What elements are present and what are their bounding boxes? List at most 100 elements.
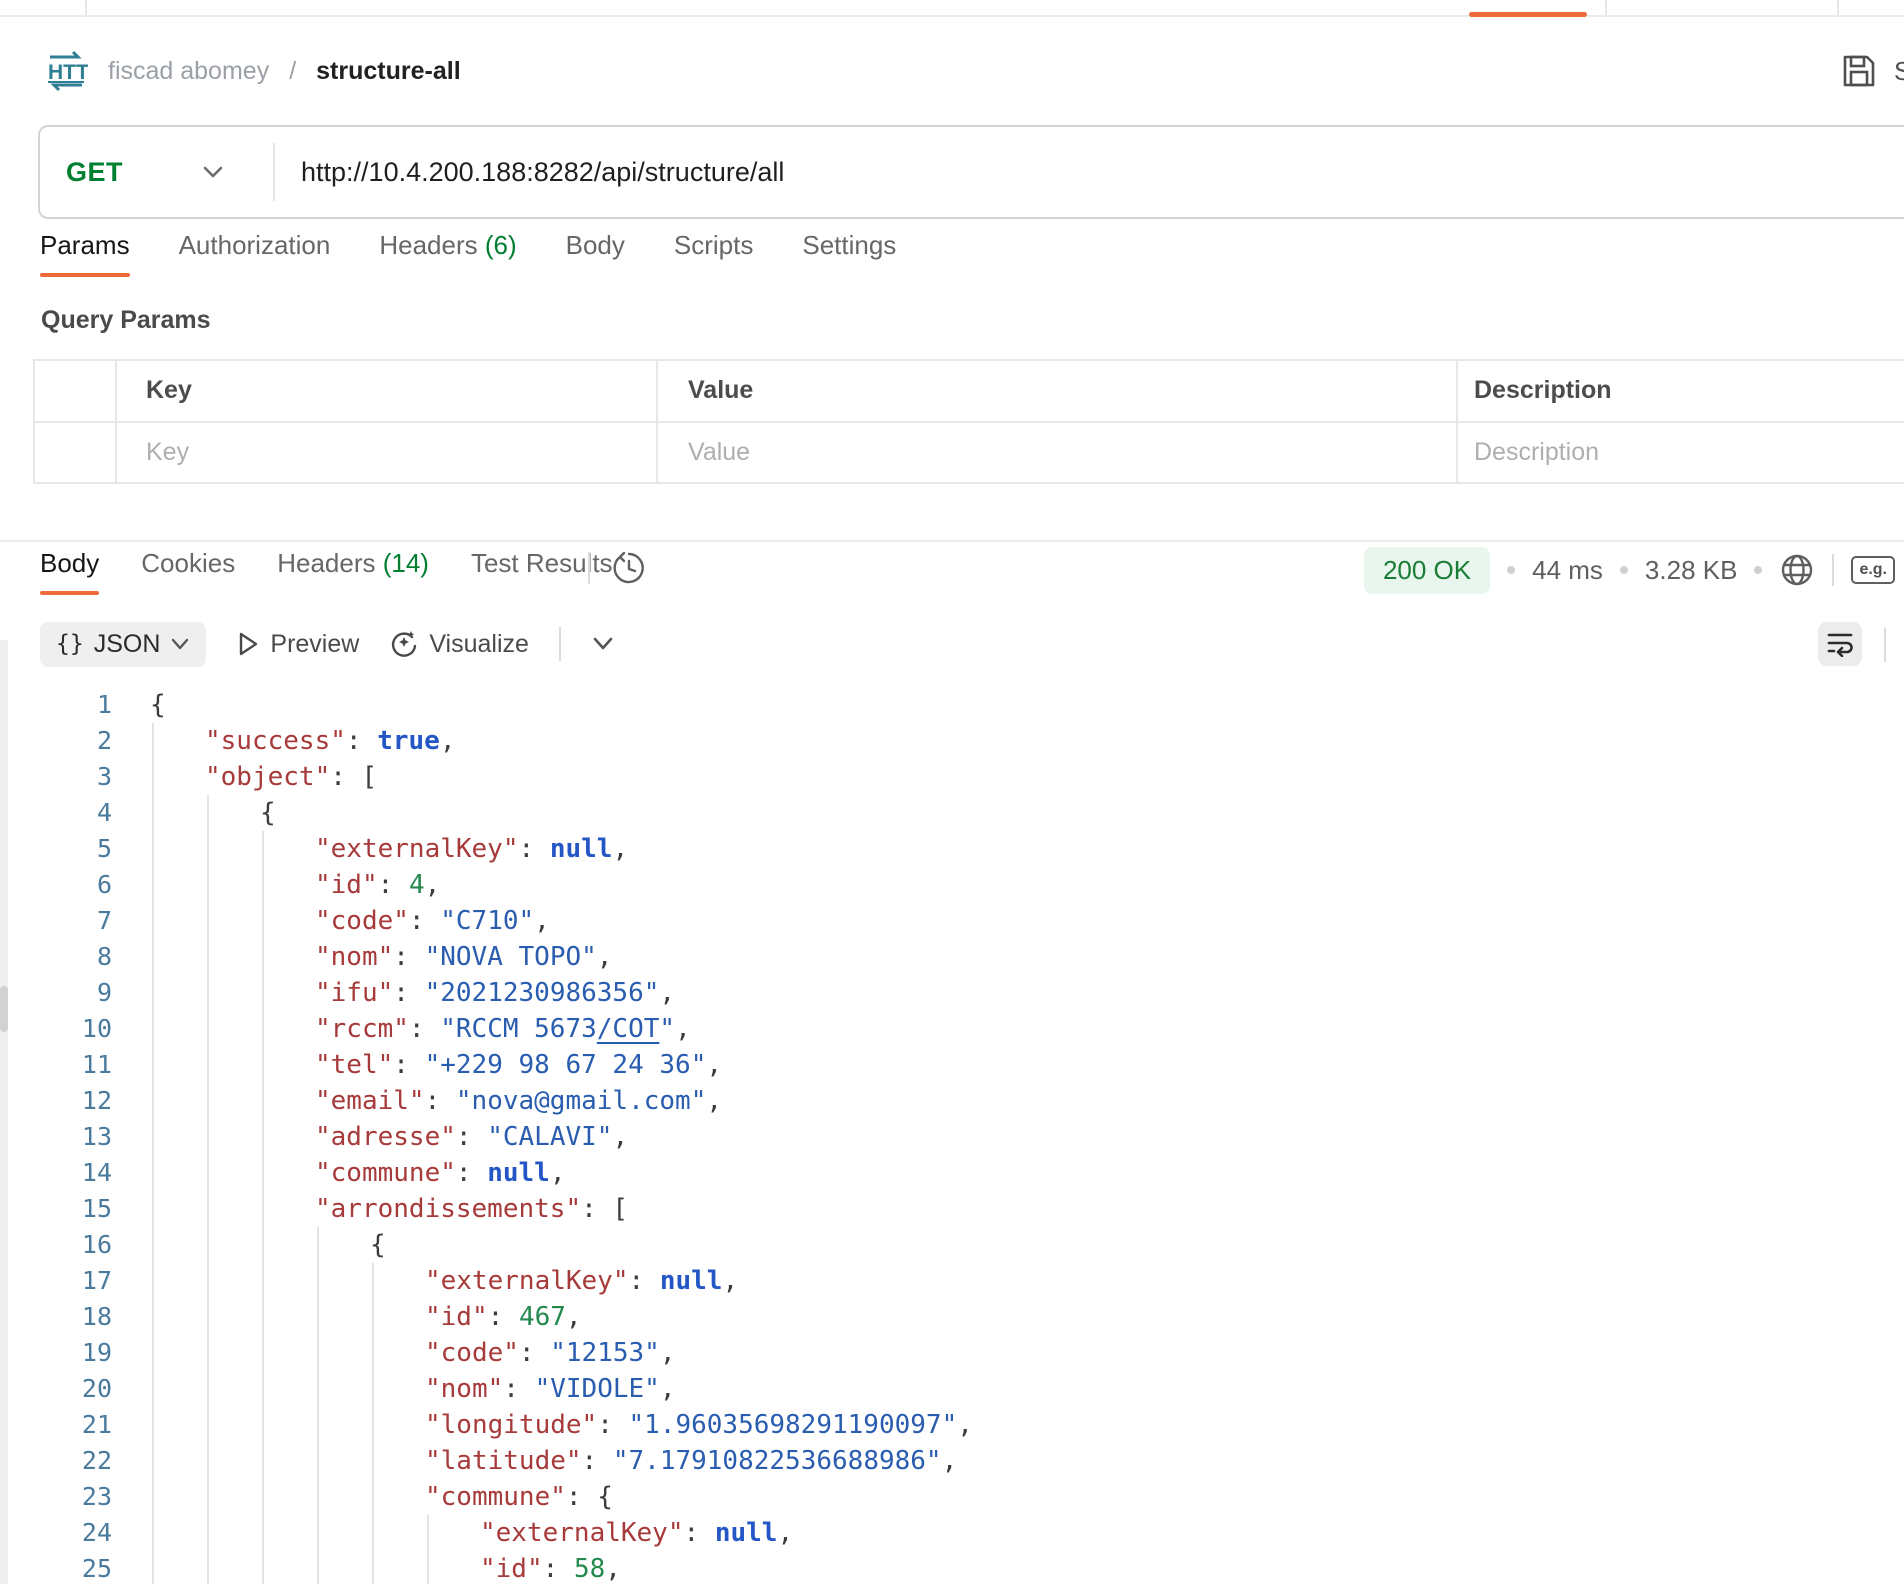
indent-guide: [152, 1551, 154, 1584]
tab-strip-divider: [1837, 0, 1839, 15]
response-tab-headers[interactable]: Headers (14): [277, 548, 429, 601]
indent-guide: [317, 1335, 319, 1371]
param-value-input[interactable]: Value: [688, 438, 750, 467]
wrap-text-button[interactable]: [1818, 622, 1862, 666]
request-tab-strip[interactable]: [0, 0, 1904, 17]
indent-guide: [152, 975, 154, 1011]
code-line: 7"code": "C710",: [0, 903, 1904, 939]
indent-guide: [317, 1479, 319, 1515]
tab-headers[interactable]: Headers (6): [379, 230, 516, 283]
indent-guide: [372, 1407, 374, 1443]
response-size[interactable]: 3.28 KB: [1645, 555, 1738, 586]
code-text: {: [370, 1227, 386, 1263]
status-badge[interactable]: 200 OK: [1364, 547, 1490, 594]
tab-body[interactable]: Body: [566, 230, 625, 283]
code-text: "tel": "+229 98 67 24 36",: [315, 1047, 722, 1083]
line-number: 22: [0, 1443, 112, 1479]
table-border: [656, 359, 658, 484]
indent-guide: [152, 1371, 154, 1407]
response-body-json[interactable]: 1{2"success": true,3"object": [4{5"exter…: [0, 687, 1904, 1584]
magic-wand-icon: [389, 629, 419, 659]
table-border: [1456, 359, 1458, 484]
line-number: 23: [0, 1479, 112, 1515]
preview-button[interactable]: Preview: [236, 630, 359, 659]
example-icon[interactable]: e.g.: [1851, 556, 1895, 584]
response-toolbar: {} JSON Preview Visualize: [40, 620, 1904, 668]
indent-guide: [152, 1191, 154, 1227]
format-selector[interactable]: {} JSON: [40, 622, 206, 667]
line-number: 24: [0, 1515, 112, 1551]
tab-authorization[interactable]: Authorization: [179, 230, 331, 283]
indent-guide: [262, 1479, 264, 1515]
visualize-button[interactable]: Visualize: [389, 629, 529, 659]
table-border: [33, 359, 1904, 361]
chevron-down-icon[interactable]: [591, 636, 615, 652]
response-tab-body[interactable]: Body: [40, 548, 99, 601]
line-number: 14: [0, 1155, 112, 1191]
network-globe-icon[interactable]: [1779, 552, 1815, 588]
code-text: "code": "12153",: [425, 1335, 675, 1371]
indent-guide: [152, 1515, 154, 1551]
breadcrumb: HTTP fiscad abomey / structure-all: [44, 17, 461, 125]
code-text: "commune": {: [425, 1479, 613, 1515]
indent-guide: [207, 1083, 209, 1119]
save-button-label: S: [1894, 56, 1904, 87]
code-line: 1{: [0, 687, 1904, 723]
indent-guide: [262, 1263, 264, 1299]
indent-guide: [317, 1227, 319, 1263]
tab-params[interactable]: Params: [40, 230, 130, 283]
param-description-input[interactable]: Description: [1474, 438, 1599, 467]
line-number: 12: [0, 1083, 112, 1119]
code-line: 5"externalKey": null,: [0, 831, 1904, 867]
breadcrumb-collection[interactable]: fiscad abomey: [108, 57, 269, 86]
indent-guide: [207, 903, 209, 939]
toolbar-divider: [559, 627, 561, 661]
chevron-down-icon[interactable]: [201, 164, 225, 180]
line-number: 8: [0, 939, 112, 975]
breadcrumb-request-name[interactable]: structure-all: [316, 57, 460, 86]
line-number: 11: [0, 1047, 112, 1083]
code-line: 15"arrondissements": [: [0, 1191, 1904, 1227]
svg-text:HTTP: HTTP: [48, 61, 88, 84]
indent-guide: [262, 1191, 264, 1227]
code-line: 6"id": 4,: [0, 867, 1904, 903]
response-time[interactable]: 44 ms: [1532, 555, 1603, 586]
response-status-bar: 200 OK 44 ms 3.28 KB e.g.: [1364, 545, 1895, 595]
response-tab-cookies[interactable]: Cookies: [141, 548, 235, 601]
indent-guide: [207, 1263, 209, 1299]
code-line: 3"object": [: [0, 759, 1904, 795]
param-key-input[interactable]: Key: [146, 438, 189, 467]
indent-guide: [317, 1515, 319, 1551]
indent-guide: [207, 1515, 209, 1551]
indent-guide: [372, 1515, 374, 1551]
code-line: 20"nom": "VIDOLE",: [0, 1371, 1904, 1407]
indent-guide: [317, 1371, 319, 1407]
indent-guide: [152, 1011, 154, 1047]
code-line: 19"code": "12153",: [0, 1335, 1904, 1371]
api-client-window: HTTP fiscad abomey / structure-all S GET: [0, 0, 1904, 1584]
tab-settings[interactable]: Settings: [802, 230, 896, 283]
indent-guide: [262, 1227, 264, 1263]
wrap-text-icon: [1826, 631, 1854, 657]
save-button[interactable]: S: [1840, 17, 1904, 125]
history-icon[interactable]: [612, 551, 646, 585]
code-text: "externalKey": null,: [425, 1263, 738, 1299]
method-selector[interactable]: GET: [66, 157, 123, 188]
indent-guide: [262, 1299, 264, 1335]
code-text: "rccm": "RCCM 5673/COT",: [315, 1011, 691, 1047]
tab-scripts[interactable]: Scripts: [674, 230, 753, 283]
indent-guide: [372, 1551, 374, 1584]
scrollbar-thumb[interactable]: [0, 986, 8, 1032]
code-text: "externalKey": null,: [480, 1515, 793, 1551]
indent-guide: [207, 831, 209, 867]
line-number: 1: [0, 687, 112, 723]
tab-strip-divider: [1605, 0, 1607, 15]
indent-guide: [207, 1479, 209, 1515]
line-number: 20: [0, 1371, 112, 1407]
left-scrollbar[interactable]: [0, 640, 8, 1584]
indent-guide: [262, 975, 264, 1011]
url-input[interactable]: http://10.4.200.188:8282/api/structure/a…: [301, 157, 784, 188]
response-section-divider: [0, 540, 1904, 542]
request-header: HTTP fiscad abomey / structure-all S: [0, 17, 1904, 125]
column-header-description: Description: [1474, 376, 1612, 405]
